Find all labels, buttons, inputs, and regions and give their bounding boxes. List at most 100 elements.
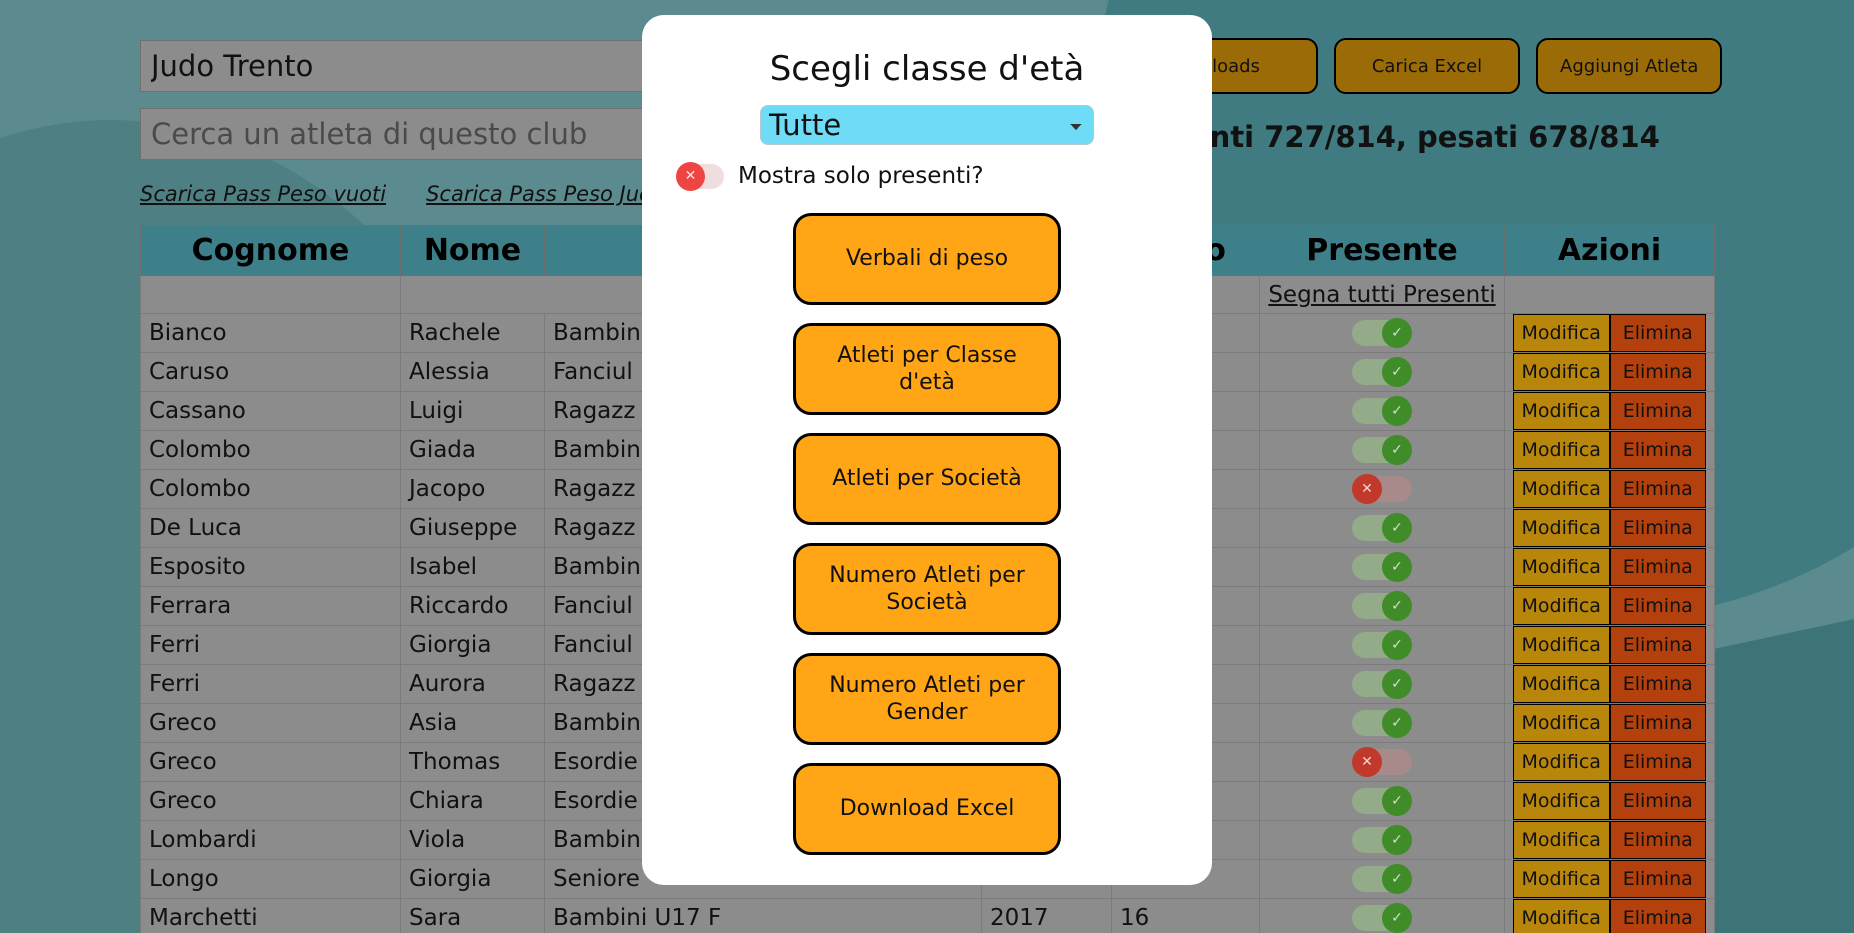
edit-button[interactable]: Modifica [1513, 587, 1610, 625]
edit-button[interactable]: Modifica [1513, 314, 1610, 352]
cell-cognome: Greco [141, 704, 401, 743]
cell-azioni: ModificaElimina [1505, 548, 1715, 587]
cell-cognome: Caruso [141, 353, 401, 392]
cell-presente: ✓ [1260, 626, 1505, 665]
edit-button[interactable]: Modifica [1513, 665, 1610, 703]
presence-toggle-on[interactable]: ✓ [1352, 593, 1412, 619]
presence-toggle-on[interactable]: ✓ [1352, 710, 1412, 736]
cell-presente: ✓ [1260, 314, 1505, 353]
delete-button[interactable]: Elimina [1610, 821, 1707, 859]
cell-nome: Jacopo [401, 470, 545, 509]
cell-cognome: Marchetti [141, 899, 401, 933]
presence-toggle-on[interactable]: ✓ [1352, 320, 1412, 346]
modal-button-numero-atleti-per-societa[interactable]: Numero Atleti per Società [793, 543, 1061, 635]
delete-button[interactable]: Elimina [1610, 548, 1707, 586]
toolbar-button-aggiungi-atleta[interactable]: Aggiungi Atleta [1536, 38, 1722, 94]
presence-toggle-on[interactable]: ✓ [1352, 827, 1412, 853]
presence-toggle-on[interactable]: ✓ [1352, 632, 1412, 658]
toolbar-button-carica-excel[interactable]: Carica Excel [1334, 38, 1520, 94]
delete-button[interactable]: Elimina [1610, 704, 1707, 742]
cell-azioni: ModificaElimina [1505, 509, 1715, 548]
edit-button[interactable]: Modifica [1513, 743, 1610, 781]
row-actions: ModificaElimina [1513, 626, 1706, 664]
check-icon: ✓ [1382, 435, 1412, 465]
cell-azioni: ModificaElimina [1505, 860, 1715, 899]
modal-button-download-excel[interactable]: Download Excel [793, 763, 1061, 855]
close-icon: ✕ [1352, 474, 1382, 504]
cell-azioni: ModificaElimina [1505, 392, 1715, 431]
delete-button[interactable]: Elimina [1610, 782, 1707, 820]
presence-toggle-off[interactable]: ✕ [1352, 476, 1412, 502]
edit-button[interactable]: Modifica [1513, 899, 1610, 933]
presence-toggle-on[interactable]: ✓ [1352, 788, 1412, 814]
show-only-present-toggle[interactable]: ✕ [676, 164, 724, 189]
cell-presente: ✓ [1260, 431, 1505, 470]
check-icon: ✓ [1382, 396, 1412, 426]
col-header-azioni[interactable]: Azioni [1505, 226, 1715, 276]
edit-button[interactable]: Modifica [1513, 392, 1610, 430]
modal-action-buttons: Verbali di peso Atleti per Classe d'età … [672, 213, 1182, 855]
col-header-nome[interactable]: Nome [401, 226, 545, 276]
col-header-presente[interactable]: Presente [1260, 226, 1505, 276]
cell-nome: Sara [401, 899, 545, 933]
cell-nome: Thomas [401, 743, 545, 782]
cell-azioni: ModificaElimina [1505, 899, 1715, 933]
link-scarica-pass-peso-judo[interactable]: Scarica Pass Peso Jud [426, 182, 652, 206]
edit-button[interactable]: Modifica [1513, 548, 1610, 586]
link-scarica-pass-peso-vuoti[interactable]: Scarica Pass Peso vuoti [140, 182, 386, 206]
presence-toggle-on[interactable]: ✓ [1352, 359, 1412, 385]
cell-cognome: Greco [141, 743, 401, 782]
modal-button-verbali-di-peso[interactable]: Verbali di peso [793, 213, 1061, 305]
summary-blank-2 [1505, 276, 1715, 314]
col-header-cognome[interactable]: Cognome [141, 226, 401, 276]
cell-azioni: ModificaElimina [1505, 665, 1715, 704]
row-actions: ModificaElimina [1513, 665, 1706, 703]
presence-toggle-on[interactable]: ✓ [1352, 437, 1412, 463]
edit-button[interactable]: Modifica [1513, 353, 1610, 391]
delete-button[interactable]: Elimina [1610, 509, 1707, 547]
delete-button[interactable]: Elimina [1610, 470, 1707, 508]
delete-button[interactable]: Elimina [1610, 899, 1707, 933]
modal-button-atleti-per-classe-eta[interactable]: Atleti per Classe d'età [793, 323, 1061, 415]
edit-button[interactable]: Modifica [1513, 704, 1610, 742]
edit-button[interactable]: Modifica [1513, 821, 1610, 859]
edit-button[interactable]: Modifica [1513, 431, 1610, 469]
check-icon: ✓ [1382, 864, 1412, 894]
presence-toggle-on[interactable]: ✓ [1352, 398, 1412, 424]
modal-button-numero-atleti-per-gender[interactable]: Numero Atleti per Gender [793, 653, 1061, 745]
presence-toggle-on[interactable]: ✓ [1352, 554, 1412, 580]
check-icon: ✓ [1382, 825, 1412, 855]
edit-button[interactable]: Modifica [1513, 626, 1610, 664]
cell-cognome: Colombo [141, 431, 401, 470]
delete-button[interactable]: Elimina [1610, 431, 1707, 469]
mark-all-present-link[interactable]: Segna tutti Presenti [1268, 282, 1495, 308]
presence-toggle-off[interactable]: ✕ [1352, 749, 1412, 775]
delete-button[interactable]: Elimina [1610, 860, 1707, 898]
presence-toggle-on[interactable]: ✓ [1352, 866, 1412, 892]
delete-button[interactable]: Elimina [1610, 626, 1707, 664]
edit-button[interactable]: Modifica [1513, 470, 1610, 508]
modal-button-atleti-per-societa[interactable]: Atleti per Società [793, 433, 1061, 525]
edit-button[interactable]: Modifica [1513, 860, 1610, 898]
check-icon: ✓ [1382, 357, 1412, 387]
delete-button[interactable]: Elimina [1610, 587, 1707, 625]
presence-toggle-on[interactable]: ✓ [1352, 515, 1412, 541]
row-actions: ModificaElimina [1513, 587, 1706, 625]
delete-button[interactable]: Elimina [1610, 665, 1707, 703]
delete-button[interactable]: Elimina [1610, 353, 1707, 391]
row-actions: ModificaElimina [1513, 509, 1706, 547]
delete-button[interactable]: Elimina [1610, 743, 1707, 781]
presence-toggle-on[interactable]: ✓ [1352, 905, 1412, 931]
delete-button[interactable]: Elimina [1610, 392, 1707, 430]
presence-toggle-on[interactable]: ✓ [1352, 671, 1412, 697]
cell-presente: ✓ [1260, 392, 1505, 431]
cell-cognome: Cassano [141, 392, 401, 431]
cell-cognome: Bianco [141, 314, 401, 353]
row-actions: ModificaElimina [1513, 314, 1706, 352]
row-actions: ModificaElimina [1513, 392, 1706, 430]
delete-button[interactable]: Elimina [1610, 314, 1707, 352]
age-class-select[interactable]: Tutte [760, 105, 1094, 145]
edit-button[interactable]: Modifica [1513, 509, 1610, 547]
edit-button[interactable]: Modifica [1513, 782, 1610, 820]
cell-azioni: ModificaElimina [1505, 314, 1715, 353]
